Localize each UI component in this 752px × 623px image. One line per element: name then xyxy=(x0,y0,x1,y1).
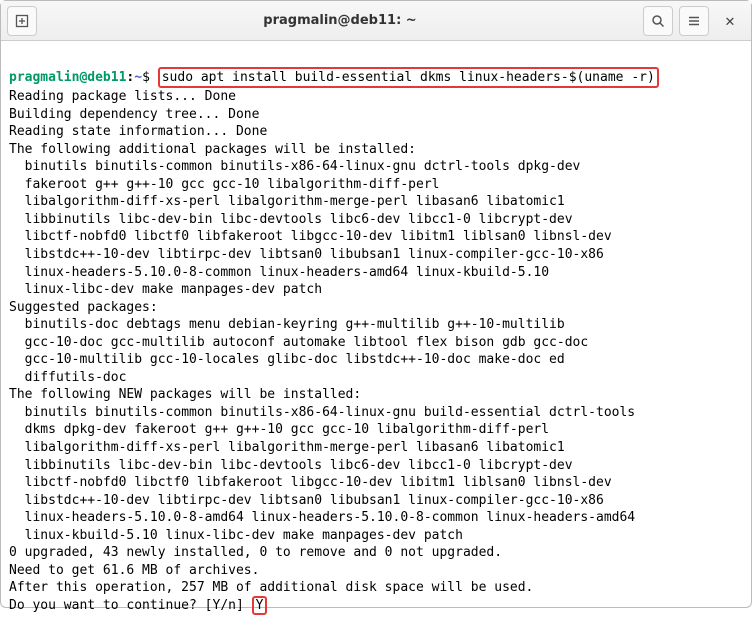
prompt-path: ~ xyxy=(134,70,142,85)
output-line: linux-kbuild-5.10 linux-libc-dev make ma… xyxy=(9,527,743,545)
search-button[interactable] xyxy=(643,6,673,36)
output-line: Suggested packages: xyxy=(9,299,743,317)
command-text: sudo apt install build-essential dkms li… xyxy=(162,70,655,85)
output-line: 0 upgraded, 43 newly installed, 0 to rem… xyxy=(9,544,743,562)
output-line: libalgorithm-diff-xs-perl libalgorithm-m… xyxy=(9,439,743,457)
output-line: Reading state information... Done xyxy=(9,123,743,141)
output-line: gcc-10-doc gcc-multilib autoconf automak… xyxy=(9,334,743,352)
output-line: binutils binutils-common binutils-x86-64… xyxy=(9,404,743,422)
output-line: libalgorithm-diff-xs-perl libalgorithm-m… xyxy=(9,193,743,211)
output-line: linux-libc-dev make manpages-dev patch xyxy=(9,281,743,299)
titlebar: pragmalin@deb11: ~ ✕ xyxy=(1,1,751,41)
output-line: Building dependency tree... Done xyxy=(9,106,743,124)
user-response: Y xyxy=(256,598,264,613)
new-tab-button[interactable] xyxy=(7,6,37,36)
terminal-output[interactable]: pragmalin@deb11:~$ sudo apt install buil… xyxy=(1,41,751,623)
output-line: libbinutils libc-dev-bin libc-devtools l… xyxy=(9,457,743,475)
close-icon: ✕ xyxy=(725,11,735,30)
output-line: libstdc++-10-dev libtirpc-dev libtsan0 l… xyxy=(9,246,743,264)
output-line: binutils binutils-common binutils-x86-64… xyxy=(9,158,743,176)
output-line: libctf-nobfd0 libctf0 libfakeroot libgcc… xyxy=(9,228,743,246)
new-tab-icon xyxy=(15,14,29,28)
window-title: pragmalin@deb11: ~ xyxy=(43,13,637,28)
output-line: diffutils-doc xyxy=(9,369,743,387)
command-highlight: sudo apt install build-essential dkms li… xyxy=(158,67,659,89)
output-line: libbinutils libc-dev-bin libc-devtools l… xyxy=(9,211,743,229)
user-response-highlight: Y xyxy=(252,596,268,615)
output-line: The following NEW packages will be insta… xyxy=(9,386,743,404)
menu-button[interactable] xyxy=(679,6,709,36)
output-line: fakeroot g++ g++-10 gcc gcc-10 libalgori… xyxy=(9,176,743,194)
prompt-user-host: pragmalin@deb11 xyxy=(9,70,126,85)
output-line: gcc-10-multilib gcc-10-locales glibc-doc… xyxy=(9,351,743,369)
hamburger-icon xyxy=(687,14,701,28)
output-line: libstdc++-10-dev libtirpc-dev libtsan0 l… xyxy=(9,492,743,510)
output-line: Reading package lists... Done xyxy=(9,88,743,106)
prompt-dollar: $ xyxy=(142,70,150,85)
output-line: After this operation, 257 MB of addition… xyxy=(9,579,743,597)
search-icon xyxy=(651,14,665,28)
continue-prompt: Do you want to continue? [Y/n] xyxy=(9,598,252,613)
output-line: linux-headers-5.10.0-8-amd64 linux-heade… xyxy=(9,509,743,527)
output-line: The following additional packages will b… xyxy=(9,141,743,159)
output-line: dkms dpkg-dev fakeroot g++ g++-10 gcc gc… xyxy=(9,421,743,439)
output-line: Need to get 61.6 MB of archives. xyxy=(9,562,743,580)
output-line: linux-headers-5.10.0-8-common linux-head… xyxy=(9,264,743,282)
output-line: libctf-nobfd0 libctf0 libfakeroot libgcc… xyxy=(9,474,743,492)
output-line: binutils-doc debtags menu debian-keyring… xyxy=(9,316,743,334)
close-button[interactable]: ✕ xyxy=(715,6,745,36)
